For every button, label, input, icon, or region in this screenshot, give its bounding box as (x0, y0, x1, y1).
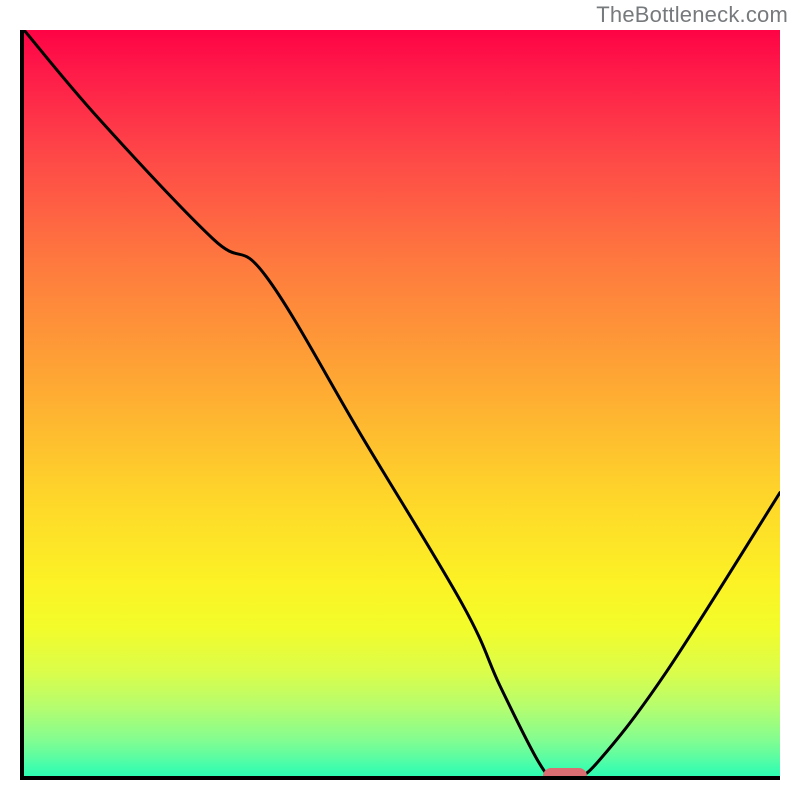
plot-area (20, 30, 780, 780)
watermark-text: TheBottleneck.com (596, 2, 788, 28)
bottleneck-chart: TheBottleneck.com (0, 0, 800, 800)
optimal-marker-icon (543, 768, 587, 780)
bottleneck-curve-line (24, 30, 780, 776)
